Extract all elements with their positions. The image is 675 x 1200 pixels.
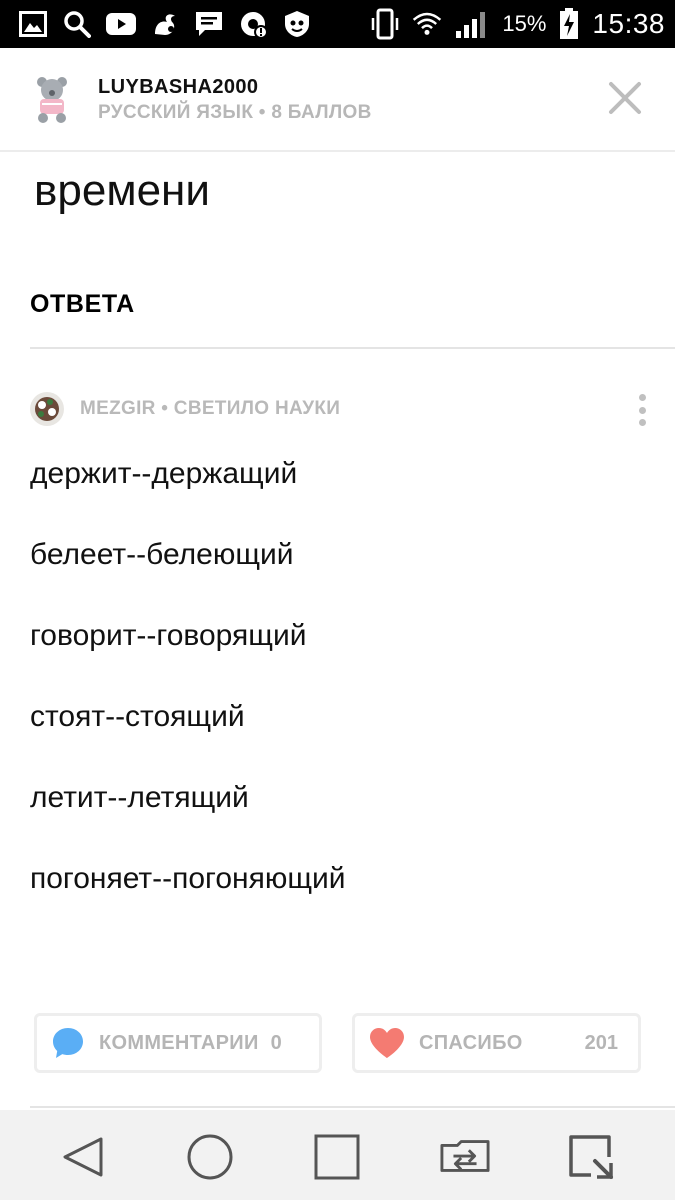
navigation-bar [0, 1110, 675, 1200]
comments-button[interactable]: КОММЕНТАРИИ 0 [34, 1013, 322, 1073]
home-icon [187, 1134, 233, 1180]
answer-line: держит--держащий [30, 457, 298, 490]
more-vert-icon-dot [638, 419, 646, 426]
question-subject-points: РУССКИЙ ЯЗЫК • 8 БАЛЛОВ [98, 102, 372, 123]
thanks-button[interactable]: СПАСИБО 201 [352, 1013, 641, 1073]
youtube-icon [106, 9, 136, 39]
status-bar: 15% 15:38 [0, 0, 675, 48]
uc-browser-icon [150, 9, 180, 39]
heart-icon [370, 1028, 404, 1058]
answer-line: погоняет--погоняющий [30, 862, 346, 895]
more-options-button[interactable] [637, 394, 647, 426]
signal-icon [454, 9, 490, 39]
battery-percent: 15% [502, 11, 547, 36]
dual-window-icon [440, 1140, 490, 1172]
avatar[interactable] [30, 392, 64, 426]
search-icon [62, 9, 92, 39]
divider [30, 347, 675, 349]
answer-body: держит--держащий белеет--белеющий говори… [30, 454, 346, 940]
alert-app-icon [238, 9, 268, 39]
thanks-count: 201 [584, 1031, 618, 1054]
question-header: LUYBASHA2000 РУССКИЙ ЯЗЫК • 8 БАЛЛОВ [0, 48, 675, 152]
answer-line: стоят--стоящий [30, 700, 245, 733]
status-bar-notifications [18, 6, 312, 42]
question-author-name[interactable]: LUYBASHA2000 [98, 76, 258, 99]
capture-plus-icon [569, 1135, 613, 1179]
comments-label: КОММЕНТАРИИ [99, 1031, 259, 1054]
answer-author-meta[interactable]: MEZGIR • СВЕТИЛО НАУКИ [80, 398, 340, 420]
more-vert-icon-dot [638, 406, 646, 414]
gallery-icon [18, 9, 48, 39]
answer-author-row: MEZGIR • СВЕТИЛО НАУКИ [30, 392, 340, 426]
divider [30, 1106, 675, 1108]
thanks-label: СПАСИБО [419, 1031, 523, 1054]
recents-icon [314, 1134, 360, 1180]
dual-window-button[interactable] [440, 1132, 490, 1182]
back-icon [63, 1137, 103, 1177]
messages-icon [194, 9, 224, 39]
wifi-icon [412, 9, 442, 39]
shield-app-icon [282, 9, 312, 39]
more-vert-icon [638, 394, 646, 401]
comment-icon [53, 1028, 83, 1058]
vibrate-icon [370, 8, 400, 40]
question-text: времени [34, 166, 210, 215]
recents-button[interactable] [312, 1132, 362, 1182]
close-icon [609, 82, 641, 114]
answer-line: летит--летящий [30, 781, 249, 814]
back-button[interactable] [58, 1132, 108, 1182]
battery-charging-icon [558, 8, 580, 39]
close-button[interactable] [607, 80, 643, 116]
answer-line: белеет--белеющий [30, 538, 294, 571]
capture-plus-button[interactable] [566, 1132, 616, 1182]
home-button[interactable] [185, 1132, 235, 1182]
avatar[interactable] [30, 74, 74, 124]
answer-line: говорит--говорящий [30, 619, 307, 652]
answers-heading: ОТВЕТА [30, 290, 135, 318]
clock: 15:38 [592, 8, 665, 39]
status-bar-system: 15% 15:38 [370, 6, 665, 42]
comments-count: 0 [270, 1031, 282, 1054]
